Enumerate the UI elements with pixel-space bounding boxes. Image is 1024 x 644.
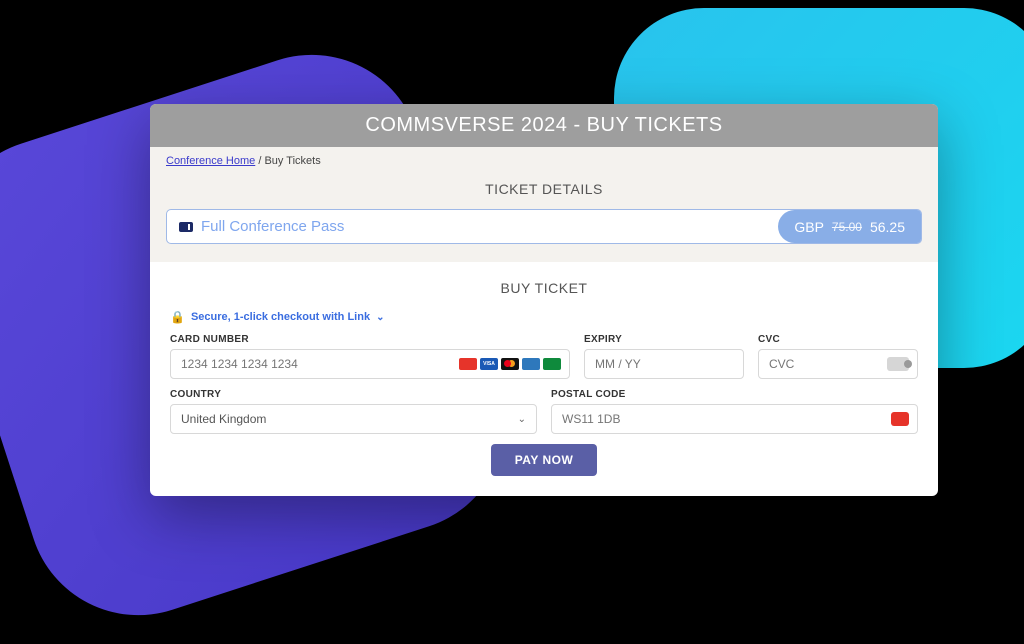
- card-brand-icons: [459, 358, 561, 370]
- ticket-details-heading: TICKET DETAILS: [166, 175, 922, 209]
- ticket-price-badge: GBP 75.00 56.25: [778, 210, 921, 243]
- postal-input[interactable]: [562, 412, 907, 426]
- country-label: COUNTRY: [170, 389, 537, 400]
- mastercard-icon: [501, 358, 519, 370]
- country-control[interactable]: United Kingdom ⌄: [170, 404, 537, 434]
- country-select[interactable]: United Kingdom: [181, 412, 526, 426]
- breadcrumb-home-link[interactable]: Conference Home: [166, 155, 255, 167]
- expiry-control[interactable]: [584, 349, 744, 379]
- buy-ticket-section: BUY TICKET 🔒 Secure, 1-click checkout wi…: [150, 262, 938, 496]
- expiry-input[interactable]: [595, 357, 733, 371]
- secure-checkout-link[interactable]: 🔒 Secure, 1-click checkout with Link ⌄: [170, 310, 918, 324]
- checkout-window: COMMSVERSE 2024 - BUY TICKETS Conference…: [150, 104, 938, 496]
- cvc-card-icon: [887, 357, 909, 371]
- cvc-control[interactable]: [758, 349, 918, 379]
- ticket-name: Full Conference Pass: [201, 218, 344, 235]
- visa-icon: [480, 358, 498, 370]
- breadcrumb: Conference Home / Buy Tickets: [150, 147, 938, 175]
- cvc-label: CVC: [758, 334, 918, 345]
- breadcrumb-current: Buy Tickets: [264, 155, 320, 167]
- amex-icon: [522, 358, 540, 370]
- postal-control[interactable]: [551, 404, 918, 434]
- pay-now-button[interactable]: PAY NOW: [491, 444, 598, 476]
- ticket-icon: [179, 222, 193, 232]
- autofill-icon: [891, 412, 909, 426]
- card-number-label: CARD NUMBER: [170, 334, 570, 345]
- card-brand-icon: [459, 358, 477, 370]
- unionpay-icon: [543, 358, 561, 370]
- ticket-details-section: TICKET DETAILS Full Conference Pass GBP …: [150, 175, 938, 262]
- postal-label: POSTAL CODE: [551, 389, 918, 400]
- chevron-down-icon: ⌄: [376, 312, 384, 323]
- ticket-original-price: 75.00: [832, 220, 862, 234]
- secure-checkout-text: Secure, 1-click checkout with Link: [191, 311, 370, 323]
- window-title: COMMSVERSE 2024 - BUY TICKETS: [150, 104, 938, 147]
- expiry-label: EXPIRY: [584, 334, 744, 345]
- card-number-control[interactable]: [170, 349, 570, 379]
- chevron-down-icon: ⌄: [518, 414, 526, 425]
- buy-ticket-heading: BUY TICKET: [170, 276, 918, 310]
- ticket-price: 56.25: [870, 219, 905, 235]
- lock-icon: 🔒: [170, 310, 185, 324]
- ticket-row[interactable]: Full Conference Pass GBP 75.00 56.25: [166, 209, 922, 244]
- ticket-currency: GBP: [794, 219, 824, 235]
